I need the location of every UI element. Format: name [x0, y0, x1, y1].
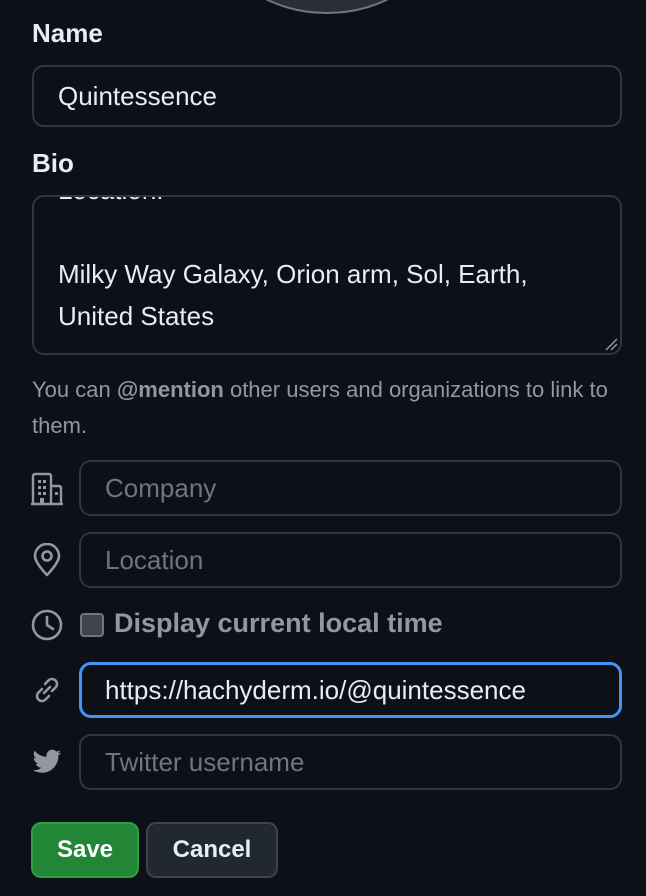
bio-label: Bio [32, 148, 74, 178]
company-input[interactable]: Company [79, 460, 622, 516]
hint-mention: @mention [116, 377, 224, 402]
bio-text-line: Milky Way Galaxy, Orion arm, Sol, Earth, [58, 259, 528, 289]
save-button[interactable]: Save [31, 822, 139, 878]
website-input[interactable]: https://hachyderm.io/@quintessence [79, 662, 622, 718]
local-time-label[interactable]: Display current local time [114, 608, 443, 639]
location-input[interactable]: Location [79, 532, 622, 588]
cancel-button[interactable]: Cancel [146, 822, 278, 878]
hint-prefix: You can [32, 377, 117, 402]
bio-textarea[interactable]: Location: Milky Way Galaxy, Orion arm, S… [32, 195, 622, 355]
link-icon [35, 677, 59, 703]
organization-icon [31, 472, 63, 506]
avatar[interactable] [222, 0, 432, 14]
edit-profile-form: Name Quintessence Bio Location: Milky Wa… [0, 0, 646, 896]
name-label: Name [32, 18, 103, 48]
bio-text-line: United States [58, 301, 215, 331]
twitter-icon [33, 749, 61, 773]
twitter-input[interactable]: Twitter username [79, 734, 622, 790]
bio-text-line: Location: [58, 197, 164, 206]
location-pin-icon [33, 543, 61, 577]
resize-handle-icon[interactable] [604, 337, 618, 351]
bio-hint: You can @mention other users and organiz… [32, 372, 628, 444]
name-input[interactable]: Quintessence [32, 65, 622, 127]
clock-icon [31, 609, 63, 641]
local-time-checkbox[interactable] [80, 613, 104, 637]
